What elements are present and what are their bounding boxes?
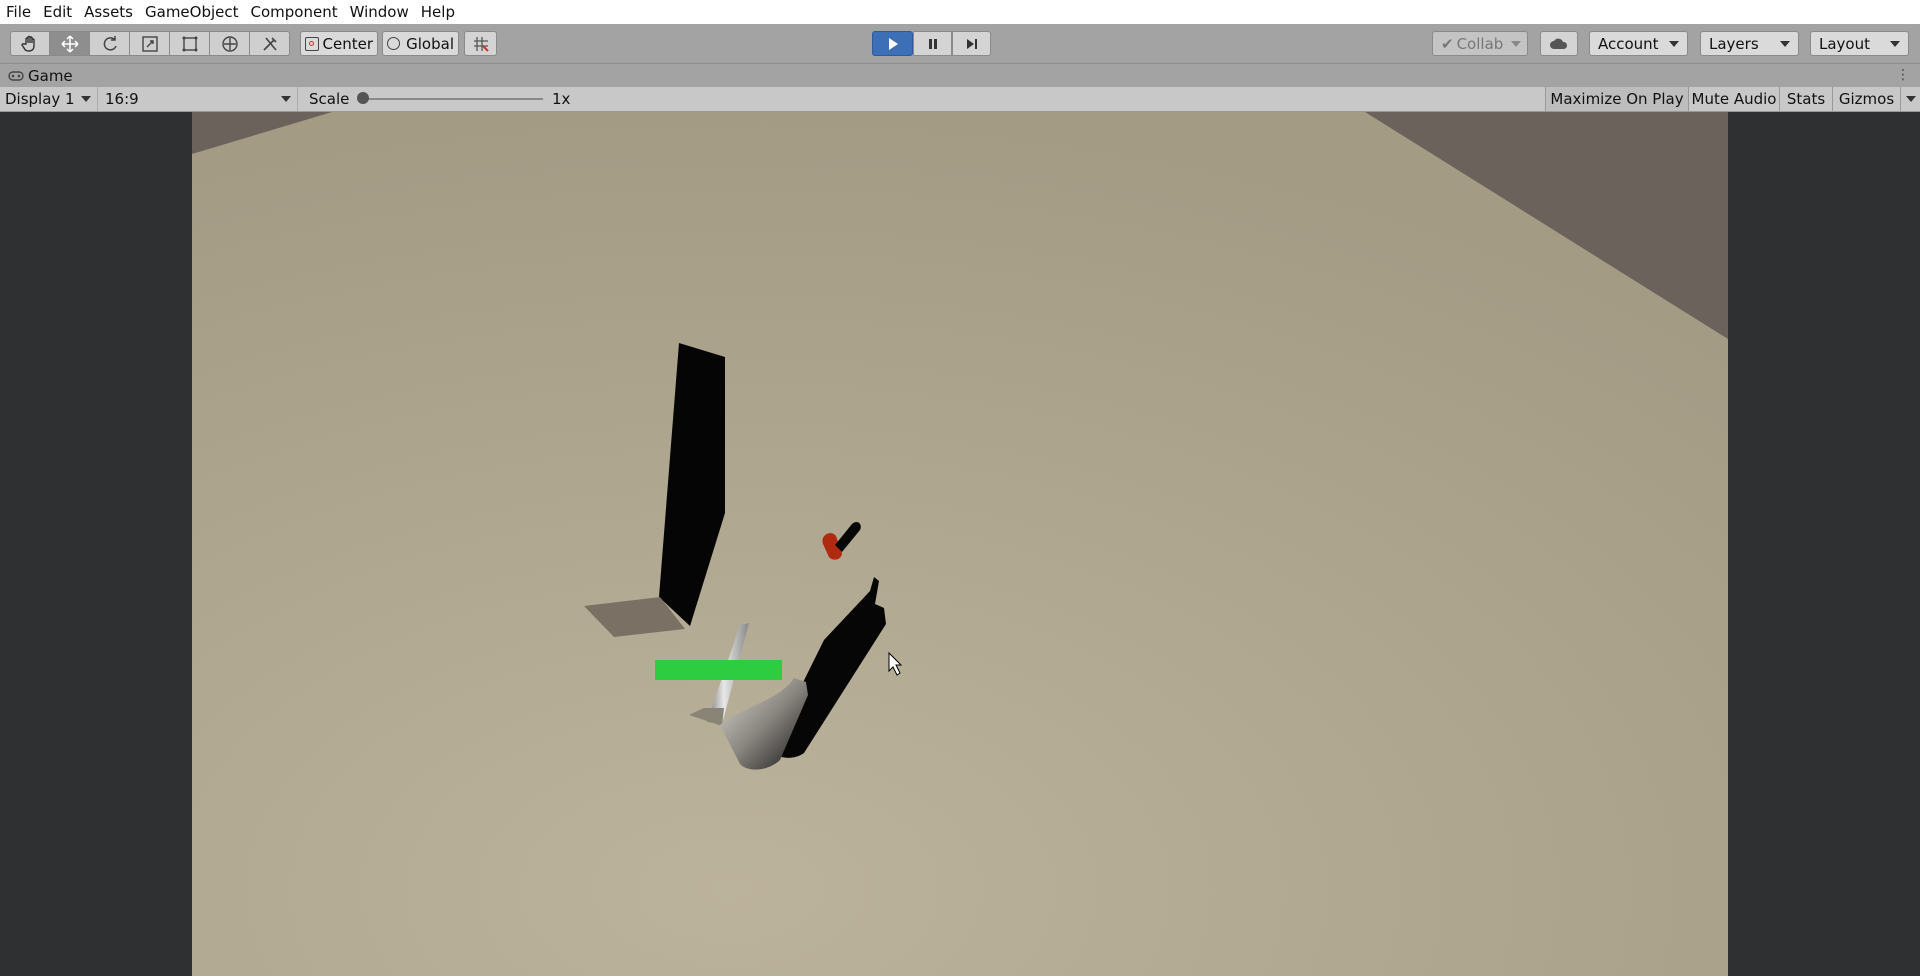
transform-icon bbox=[221, 35, 238, 52]
cloud-button[interactable] bbox=[1540, 31, 1578, 56]
gizmos-label: Gizmos bbox=[1838, 90, 1895, 108]
game-view[interactable] bbox=[192, 112, 1728, 976]
gizmos-dropdown[interactable] bbox=[1900, 87, 1920, 111]
health-bar bbox=[655, 660, 782, 680]
rect-icon bbox=[182, 36, 197, 51]
rotate-tool-button[interactable] bbox=[90, 31, 130, 56]
pause-button[interactable] bbox=[913, 31, 952, 56]
rect-tool-button[interactable] bbox=[170, 31, 210, 56]
space-mode-button[interactable]: Global bbox=[382, 31, 459, 56]
check-icon: ✔ bbox=[1441, 34, 1454, 53]
transform-tool-group bbox=[10, 31, 290, 56]
cloud-icon bbox=[1550, 38, 1568, 49]
grid-snap-icon bbox=[473, 36, 489, 52]
maximize-on-play-toggle[interactable]: Maximize On Play bbox=[1545, 87, 1688, 111]
gizmos-toggle[interactable]: Gizmos bbox=[1832, 87, 1900, 111]
stats-toggle[interactable]: Stats bbox=[1779, 87, 1832, 111]
scale-slider-track[interactable] bbox=[360, 98, 543, 100]
chevron-down-icon bbox=[1890, 40, 1900, 47]
tab-game-label: Game bbox=[28, 67, 73, 85]
gamepad-icon bbox=[8, 71, 24, 81]
pivot-icon bbox=[305, 36, 319, 51]
chevron-down-icon bbox=[81, 96, 91, 102]
hand-tool-button[interactable] bbox=[10, 31, 50, 56]
scale-icon bbox=[141, 35, 158, 52]
scale-label: Scale bbox=[309, 90, 350, 108]
aspect-dropdown[interactable]: 16:9 bbox=[100, 87, 298, 111]
main-toolbar: Center Global ✔ Collab Account Layers La… bbox=[0, 24, 1920, 63]
play-button[interactable] bbox=[872, 31, 913, 56]
mute-label: Mute Audio bbox=[1691, 90, 1777, 108]
display-dropdown[interactable]: Display 1 bbox=[0, 87, 98, 111]
menu-gameobject[interactable]: GameObject bbox=[139, 0, 245, 24]
mute-audio-toggle[interactable]: Mute Audio bbox=[1688, 87, 1779, 111]
game-tab-bar: Game ⋮ bbox=[0, 63, 1920, 87]
kebab-menu-icon[interactable]: ⋮ bbox=[1896, 67, 1910, 83]
menu-edit[interactable]: Edit bbox=[37, 0, 78, 24]
step-icon bbox=[966, 38, 977, 49]
chevron-down-icon bbox=[281, 96, 291, 102]
scale-tool-button[interactable] bbox=[130, 31, 170, 56]
play-icon bbox=[888, 37, 898, 50]
layout-label: Layout bbox=[1819, 34, 1870, 53]
display-label: Display 1 bbox=[5, 90, 75, 108]
collab-dropdown[interactable]: ✔ Collab bbox=[1432, 31, 1528, 56]
pivot-label: Center bbox=[322, 34, 374, 53]
layout-dropdown[interactable]: Layout bbox=[1810, 31, 1909, 56]
menu-help[interactable]: Help bbox=[415, 0, 461, 24]
space-label: Global bbox=[406, 34, 454, 53]
chevron-down-icon bbox=[1905, 96, 1916, 102]
menu-window[interactable]: Window bbox=[344, 0, 415, 24]
rotate-icon bbox=[103, 35, 117, 51]
stats-label: Stats bbox=[1786, 90, 1826, 108]
pivot-mode-button[interactable]: Center bbox=[300, 31, 378, 56]
maximize-label: Maximize On Play bbox=[1550, 90, 1684, 108]
collab-label: Collab bbox=[1456, 34, 1504, 53]
move-tool-button[interactable] bbox=[50, 31, 90, 56]
pause-icon bbox=[928, 38, 937, 49]
menu-component[interactable]: Component bbox=[245, 0, 344, 24]
globe-icon bbox=[387, 37, 400, 50]
chevron-down-icon bbox=[1669, 40, 1679, 47]
transform-tool-button[interactable] bbox=[210, 31, 250, 56]
account-label: Account bbox=[1598, 34, 1659, 53]
tab-game[interactable]: Game bbox=[8, 66, 73, 86]
menu-assets[interactable]: Assets bbox=[78, 0, 139, 24]
scale-slider-handle[interactable] bbox=[357, 92, 369, 104]
move-icon bbox=[60, 34, 79, 53]
chevron-down-icon bbox=[1780, 40, 1790, 47]
step-button[interactable] bbox=[952, 31, 991, 56]
scale-value: 1x bbox=[552, 90, 571, 108]
layers-label: Layers bbox=[1709, 34, 1759, 53]
menu-bar: File Edit Assets GameObject Component Wi… bbox=[0, 0, 1920, 24]
snap-button[interactable] bbox=[464, 31, 497, 56]
game-controls-bar: Display 1 16:9 Scale 1x Maximize On Play… bbox=[0, 87, 1920, 112]
tools-icon bbox=[262, 36, 277, 51]
account-dropdown[interactable]: Account bbox=[1589, 31, 1688, 56]
layers-dropdown[interactable]: Layers bbox=[1700, 31, 1799, 56]
custom-tool-button[interactable] bbox=[250, 31, 290, 56]
hand-icon bbox=[21, 35, 35, 52]
menu-file[interactable]: File bbox=[0, 0, 37, 24]
aspect-label: 16:9 bbox=[105, 90, 139, 108]
ground-plane bbox=[192, 112, 1728, 976]
